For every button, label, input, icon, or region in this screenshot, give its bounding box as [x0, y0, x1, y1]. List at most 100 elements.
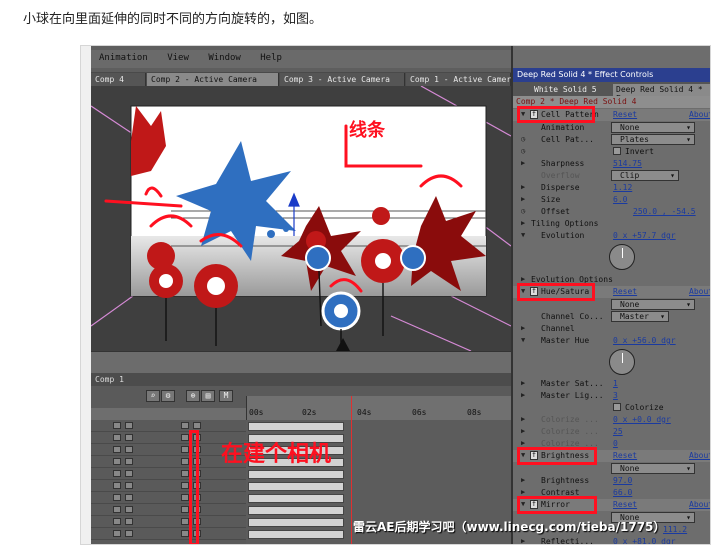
expand-arrow-icon[interactable]: ▶: [521, 195, 525, 203]
menu-help[interactable]: Help: [252, 50, 288, 63]
twirl-down-icon[interactable]: ▼: [521, 336, 525, 344]
evolution-angle-dial[interactable]: [609, 244, 635, 270]
gear-icon[interactable]: ⚙: [161, 390, 175, 402]
tab-white-solid[interactable]: White Solid 5: [531, 84, 600, 95]
composition-viewer[interactable]: 线条: [91, 86, 511, 351]
graph-editor-icon[interactable]: ▤: [201, 390, 215, 402]
param-label: Overflow: [541, 171, 580, 180]
ball-highlight: [207, 277, 225, 295]
expand-arrow-icon[interactable]: ▶: [521, 391, 525, 399]
layer-row[interactable]: [91, 420, 246, 432]
reset-link[interactable]: Reset: [613, 451, 637, 460]
param-colorize-hue: ▶ Colorize ... 0 x +0.0 dgr: [513, 414, 710, 426]
layer-bar[interactable]: [248, 530, 344, 539]
menu-animation[interactable]: Animation: [91, 50, 154, 63]
layer-row[interactable]: [91, 492, 246, 504]
colorize-lightness-value[interactable]: 0: [613, 439, 618, 448]
tab-comp-1[interactable]: Comp 1 - Active Camer: [406, 73, 511, 86]
master-hue-value[interactable]: 0 x +56.0 dgr: [613, 336, 676, 345]
annotation-highlight-brightness: [517, 447, 597, 465]
param-label: Disperse: [541, 183, 580, 192]
about-link[interactable]: About: [689, 287, 710, 296]
stopwatch-icon[interactable]: ◷: [521, 135, 525, 143]
reflection-angle-value[interactable]: 0 x +81.0 dgr: [613, 537, 676, 544]
reflection-center-value[interactable]: 111.2: [663, 525, 687, 534]
expand-arrow-icon[interactable]: ▶: [521, 488, 525, 496]
param-master-lightness: ▶ Master Lig... 3: [513, 390, 710, 402]
about-link[interactable]: About: [689, 110, 710, 119]
colorize-checkbox[interactable]: [613, 403, 621, 411]
layer-row[interactable]: [91, 504, 246, 516]
expand-arrow-icon[interactable]: ▶: [521, 324, 525, 332]
size-value[interactable]: 6.0: [613, 195, 627, 204]
expand-arrow-icon[interactable]: ▶: [521, 183, 525, 191]
tab-comp-3[interactable]: Comp 3 - Active Camera: [280, 73, 405, 86]
expand-arrow-icon[interactable]: ▶: [521, 159, 525, 167]
ruler-tick: 04s: [357, 408, 372, 417]
layer-row[interactable]: [91, 528, 246, 540]
brightness-value[interactable]: 97.0: [613, 476, 632, 485]
expand-arrow-icon[interactable]: ▶: [521, 379, 525, 387]
layer-row[interactable]: [91, 468, 246, 480]
annotation-highlight-hue-saturation: [517, 283, 595, 301]
animation-preset-dropdown[interactable]: None: [611, 299, 695, 310]
twirl-down-icon[interactable]: ▼: [521, 231, 525, 239]
menu-window[interactable]: Window: [200, 50, 247, 63]
master-lightness-value[interactable]: 3: [613, 391, 618, 400]
master-saturation-value[interactable]: 1: [613, 379, 618, 388]
marker-button[interactable]: M: [219, 390, 233, 402]
invert-checkbox[interactable]: [613, 147, 621, 155]
expand-arrow-icon[interactable]: ▶: [521, 219, 525, 227]
colorize-hue-value[interactable]: 0 x +0.0 dgr: [613, 415, 671, 424]
stopwatch-icon[interactable]: ◷: [521, 207, 525, 215]
contrast-value[interactable]: 66.0: [613, 488, 632, 497]
cell-pattern-dropdown[interactable]: Plates: [611, 134, 695, 145]
expand-arrow-icon[interactable]: ▶: [521, 275, 525, 283]
red-ball: [372, 207, 390, 225]
reset-link[interactable]: Reset: [613, 287, 637, 296]
about-link[interactable]: About: [689, 500, 710, 509]
layer-bar[interactable]: [248, 470, 344, 479]
expand-arrow-icon[interactable]: ▶: [521, 439, 525, 447]
current-time-indicator[interactable]: [351, 396, 352, 544]
evolution-value[interactable]: 0 x +57.7 dgr: [613, 231, 676, 240]
menu-bar: Animation View Window Help: [91, 50, 511, 68]
offset-value[interactable]: 250.0 , -54.5: [633, 207, 696, 216]
disperse-value[interactable]: 1.12: [613, 183, 632, 192]
layer-bar[interactable]: [248, 422, 344, 431]
reset-link[interactable]: Reset: [613, 500, 637, 509]
tab-comp-2[interactable]: Comp 2 - Active Camera: [147, 73, 279, 86]
expand-arrow-icon[interactable]: ▶: [521, 427, 525, 435]
reset-link[interactable]: Reset: [613, 110, 637, 119]
expand-arrow-icon[interactable]: ▶: [521, 476, 525, 484]
param-channel-control: Channel Co... Master: [513, 311, 710, 323]
sharpness-value[interactable]: 514.75: [613, 159, 642, 168]
animation-preset-dropdown[interactable]: None: [611, 122, 695, 133]
search-icon[interactable]: ⌕: [146, 390, 160, 402]
layer-row[interactable]: [91, 480, 246, 492]
stopwatch-icon[interactable]: ◷: [521, 147, 525, 155]
viewer-footer: [91, 351, 511, 373]
ruler-tick: 00s: [249, 408, 264, 417]
layer-bar[interactable]: [248, 482, 344, 491]
expand-arrow-icon[interactable]: ▶: [521, 415, 525, 423]
channel-control-dropdown[interactable]: Master: [611, 311, 669, 322]
menu-view[interactable]: View: [159, 50, 195, 63]
time-ruler[interactable]: 00s 02s 04s 06s 08s: [246, 396, 511, 420]
layer-bar[interactable]: [248, 494, 344, 503]
layer-row[interactable]: [91, 516, 246, 528]
animation-preset-dropdown[interactable]: None: [611, 463, 695, 474]
article-caption: 小球在向里面延伸的同时不同的方向旋转的，如图。: [23, 12, 323, 27]
param-label: Animation: [541, 123, 585, 132]
timeline-tab[interactable]: Comp 1: [91, 373, 511, 386]
tab-comp-4[interactable]: Comp 4: [91, 73, 146, 86]
expand-arrow-icon[interactable]: ▶: [521, 537, 525, 544]
layer-bar[interactable]: [248, 518, 344, 527]
about-link[interactable]: About: [689, 451, 710, 460]
overflow-dropdown[interactable]: Clip: [611, 170, 679, 181]
layer-bar[interactable]: [248, 506, 344, 515]
comp-flow-icon[interactable]: ⊕: [186, 390, 200, 402]
colorize-saturation-value[interactable]: 25: [613, 427, 623, 436]
param-label: Reflecti...: [541, 537, 594, 545]
master-hue-dial[interactable]: [609, 349, 635, 375]
